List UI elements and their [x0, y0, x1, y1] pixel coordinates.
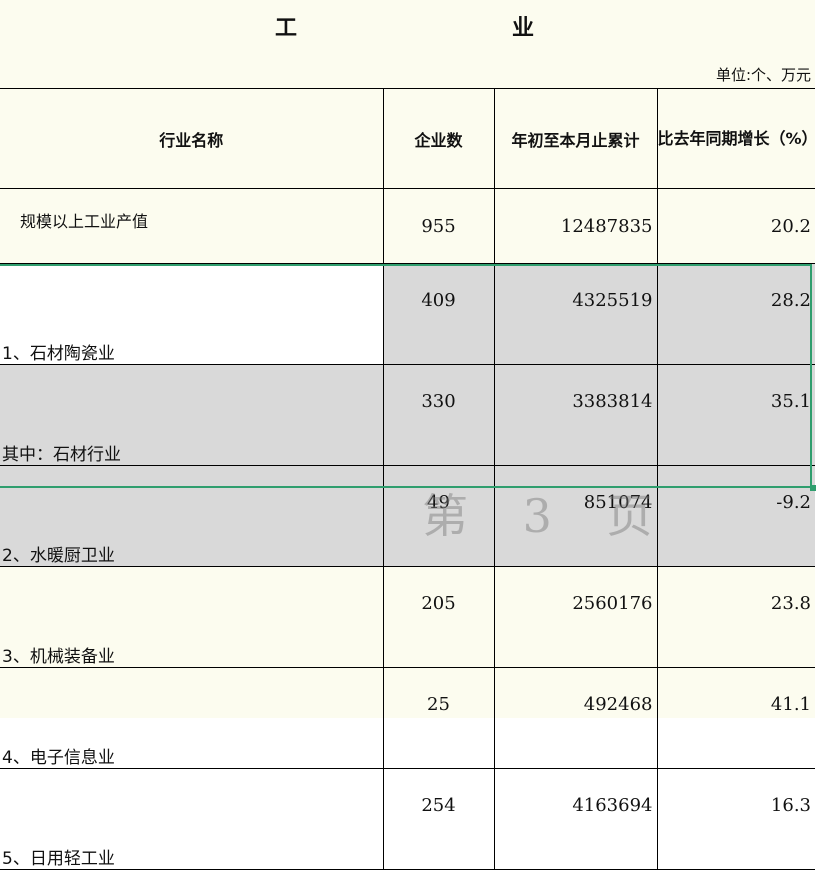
unit-label: 单位:个、万元 — [715, 66, 811, 84]
cell-ytd[interactable]: 4163694 — [493, 768, 658, 870]
cell-ytd[interactable]: 3383814 — [493, 364, 658, 466]
cell-growth[interactable]: 28.2 — [656, 263, 815, 365]
header-cell-count[interactable]: 企业数 — [382, 88, 495, 189]
cell-name-text: 5、日用轻工业 — [2, 849, 115, 869]
cell-growth[interactable]: 16.3 — [656, 768, 815, 870]
cell-name[interactable]: 5、日用轻工业 — [0, 768, 384, 870]
cell-ytd[interactable]: 2560176 — [493, 566, 658, 668]
table-row: 其中：石材行业 330 3383814 35.1 — [0, 364, 815, 466]
cell-count[interactable]: 25 — [382, 667, 495, 769]
cell-count[interactable]: 205 — [382, 566, 495, 668]
cell-name[interactable]: 3、机械装备业 — [0, 566, 384, 668]
industry-table: 行业名称 企业数 年初至本月止累计 比去年同期增长（%） 规模以上工业产值 95… — [0, 88, 815, 870]
fill-handle[interactable] — [810, 485, 816, 491]
cell-name-text: 1、石材陶瓷业 — [2, 344, 115, 364]
spreadsheet-page: 工 业 单位:个、万元 行业名称 企业数 年初至本月止累计 比去年同期增长（%）… — [0, 0, 816, 870]
cell-name-text: 4、电子信息业 — [2, 748, 115, 768]
cell-count[interactable]: 409 — [382, 263, 495, 365]
cell-name[interactable]: 规模以上工业产值 — [0, 188, 384, 264]
cell-growth[interactable]: 23.8 — [656, 566, 815, 668]
cell-count[interactable]: 254 — [382, 768, 495, 870]
page-title-left: 工 — [275, 16, 298, 41]
cell-growth[interactable]: 41.1 — [656, 667, 815, 769]
table-row: 4、电子信息业 25 492468 41.1 — [0, 667, 815, 769]
page-title-right: 业 — [512, 16, 535, 41]
table-row: 5、日用轻工业 254 4163694 16.3 — [0, 768, 815, 870]
cell-name[interactable]: 其中：石材行业 — [0, 364, 384, 466]
cell-growth[interactable]: 20.2 — [656, 188, 815, 264]
cell-count[interactable]: 330 — [382, 364, 495, 466]
cell-ytd[interactable]: 12487835 — [493, 188, 658, 264]
cell-ytd[interactable]: 492468 — [493, 667, 658, 769]
cell-growth[interactable]: -9.2 — [656, 465, 815, 567]
table-row: 1、石材陶瓷业 409 4325519 28.2 — [0, 263, 815, 365]
cell-ytd[interactable]: 851074 — [493, 465, 658, 567]
table-header-row: 行业名称 企业数 年初至本月止累计 比去年同期增长（%） — [0, 88, 815, 189]
cell-name[interactable]: 4、电子信息业 — [0, 667, 384, 769]
cell-count[interactable]: 49 — [382, 465, 495, 567]
table-row: 3、机械装备业 205 2560176 23.8 — [0, 566, 815, 668]
header-cell-ytd[interactable]: 年初至本月止累计 — [493, 88, 658, 189]
cell-name-text: 规模以上工业产值 — [20, 212, 149, 231]
cell-name[interactable]: 2、水暖厨卫业 — [0, 465, 384, 567]
table-row-total: 规模以上工业产值 955 12487835 20.2 — [0, 188, 815, 264]
cell-name[interactable]: 1、石材陶瓷业 — [0, 263, 384, 365]
cell-ytd[interactable]: 4325519 — [493, 263, 658, 365]
header-cell-name[interactable]: 行业名称 — [0, 88, 384, 189]
cell-name-text: 其中：石材行业 — [2, 445, 121, 465]
cell-growth[interactable]: 35.1 — [656, 364, 815, 466]
cell-name-text: 3、机械装备业 — [2, 647, 115, 667]
header-cell-growth[interactable]: 比去年同期增长（%） — [656, 88, 815, 189]
cell-name-text: 2、水暖厨卫业 — [2, 546, 115, 566]
table-row: 2、水暖厨卫业 49 851074 -9.2 — [0, 465, 815, 567]
cell-count[interactable]: 955 — [382, 188, 495, 264]
